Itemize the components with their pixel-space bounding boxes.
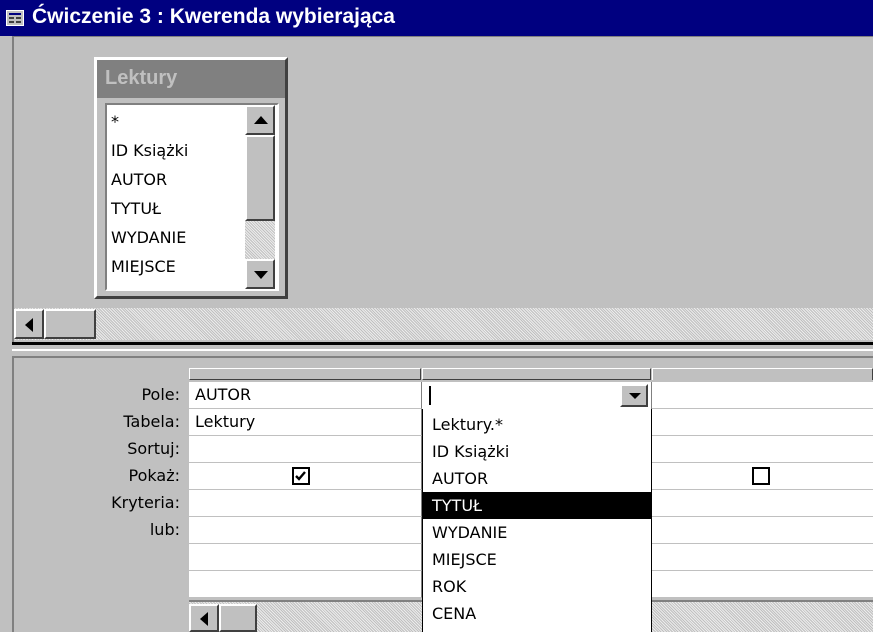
or-cell[interactable]: [189, 571, 422, 598]
dropdown-option[interactable]: ROK: [423, 573, 651, 600]
or-cell[interactable]: [652, 544, 873, 571]
column-selector[interactable]: [189, 368, 421, 380]
field-cell[interactable]: AUTOR: [189, 382, 422, 409]
show-cell: [652, 463, 873, 490]
table-cell[interactable]: Lektury: [189, 409, 422, 436]
window-title: Ćwiczenie 3 : Kwerenda wybierająca: [32, 5, 395, 28]
table-field-item[interactable]: WYDANIE: [111, 223, 188, 252]
arrow-down-icon: [254, 271, 268, 279]
arrow-up-icon: [254, 116, 268, 124]
dropdown-option[interactable]: AUTOR: [423, 465, 651, 492]
grid-row-labels: Pole: Tabela: Sortuj: Pokaż: Kryteria: lub:: [0, 385, 186, 565]
field-cell[interactable]: [652, 382, 873, 409]
field-value: AUTOR: [195, 385, 252, 404]
table-field-item[interactable]: AUTOR: [111, 165, 188, 194]
scroll-left-button[interactable]: [189, 604, 219, 632]
show-checkbox[interactable]: [292, 467, 310, 485]
table-field-item[interactable]: MIEJSCE: [111, 252, 188, 281]
scroll-down-button[interactable]: [245, 259, 275, 289]
scroll-left-button[interactable]: [14, 309, 44, 339]
criteria-cell[interactable]: [189, 490, 422, 517]
table-cell[interactable]: [652, 409, 873, 436]
field-listbox[interactable]: * ID Książki AUTOR TYTUŁ WYDANIE MIEJSCE: [105, 103, 279, 291]
grid-row-label: Pole:: [141, 385, 180, 404]
table-field-item[interactable]: TYTUŁ: [111, 194, 188, 223]
scroll-thumb[interactable]: [245, 135, 275, 221]
dropdown-button[interactable]: [620, 384, 648, 407]
table-field-item[interactable]: *: [111, 107, 188, 136]
grid-hscrollbar-track[interactable]: [652, 600, 873, 632]
show-cell: [189, 463, 422, 490]
grid-row-label: Kryteria:: [111, 493, 180, 512]
checkmark-icon: [295, 471, 306, 481]
arrow-left-icon: [200, 612, 208, 626]
or-cell[interactable]: [652, 517, 873, 544]
hscroll-thumb[interactable]: [44, 309, 96, 339]
dropdown-option[interactable]: MIEJSCE: [423, 546, 651, 573]
table-name: Lektury: [105, 67, 178, 89]
window-app-icon[interactable]: [6, 10, 24, 26]
pane-splitter[interactable]: [12, 342, 873, 358]
grid-row-label: lub:: [149, 520, 180, 539]
dropdown-option[interactable]: WYDANIE: [423, 519, 651, 546]
grid-row-label: Tabela:: [123, 412, 180, 431]
column-selector[interactable]: [652, 368, 873, 380]
table-field-list-header[interactable]: Lektury: [97, 60, 285, 98]
or-cell[interactable]: [652, 571, 873, 598]
grid-row-label: Sortuj:: [127, 439, 180, 458]
grid-hscrollbar[interactable]: [189, 600, 422, 632]
field-list-scrollbar[interactable]: [245, 105, 275, 289]
field-dropdown-list[interactable]: Lektury.* ID Książki AUTOR TYTUŁ WYDANIE MIEJ…: [422, 409, 652, 632]
column-selector[interactable]: [422, 368, 651, 380]
table-field-item[interactable]: ID Książki: [111, 136, 188, 165]
sort-cell[interactable]: [189, 436, 422, 463]
show-checkbox[interactable]: [752, 467, 770, 485]
table-value: Lektury: [195, 412, 256, 431]
arrow-left-icon: [25, 318, 33, 332]
dropdown-option[interactable]: ID Książki: [423, 438, 651, 465]
dropdown-option[interactable]: CENA: [423, 600, 651, 627]
criteria-cell[interactable]: [652, 490, 873, 517]
hscroll-thumb[interactable]: [219, 604, 257, 632]
chevron-down-icon: [629, 393, 641, 399]
table-field-list[interactable]: Lektury * ID Książki AUTOR TYTUŁ WYDANIE MIEJ…: [94, 57, 288, 299]
field-combo[interactable]: [422, 382, 652, 409]
grid-row-label: Pokaż:: [128, 466, 180, 485]
text-cursor: [429, 386, 431, 405]
dropdown-option[interactable]: TYTUŁ: [423, 492, 651, 519]
or-cell[interactable]: [189, 517, 422, 544]
or-cell[interactable]: [189, 544, 422, 571]
title-bar[interactable]: Ćwiczenie 3 : Kwerenda wybierająca: [0, 0, 873, 36]
sort-cell[interactable]: [652, 436, 873, 463]
scroll-up-button[interactable]: [245, 105, 275, 135]
tables-pane-hscrollbar[interactable]: [14, 308, 873, 340]
dropdown-option[interactable]: Lektury.*: [423, 411, 651, 438]
